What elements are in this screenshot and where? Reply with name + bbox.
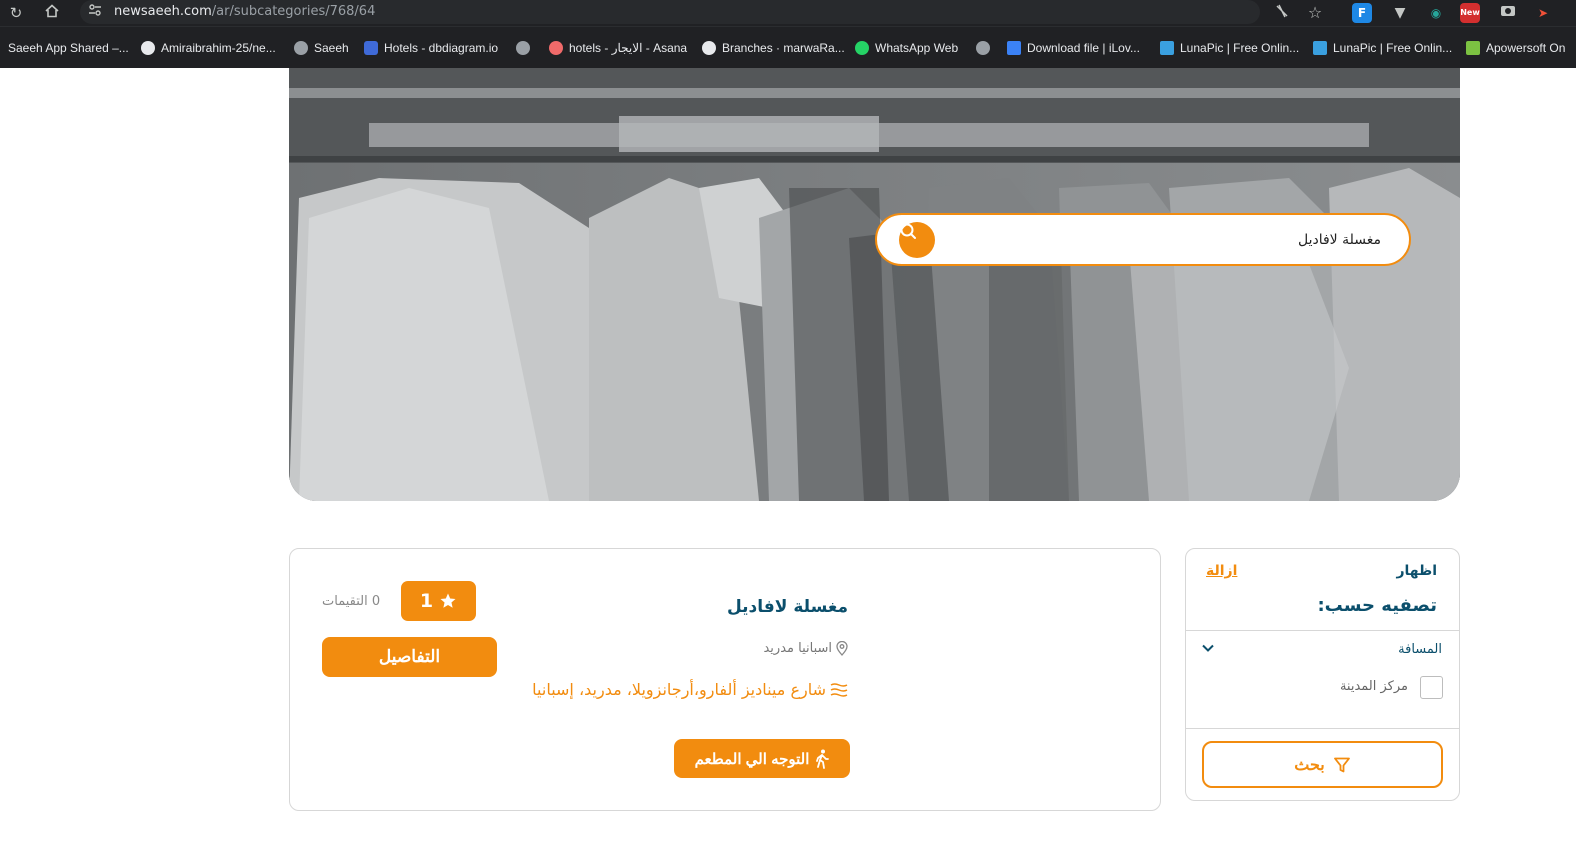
divider	[1186, 728, 1459, 729]
bookmark-label: Hotels - dbdiagram.io	[384, 41, 499, 55]
swift-icon[interactable]: ➤	[1533, 3, 1553, 23]
bookmark-apowersoft[interactable]: Apowersoft On	[1466, 39, 1565, 57]
search-input[interactable]	[941, 227, 1381, 253]
bookmark-label: LunaPic | Free Onlin...	[1180, 41, 1300, 55]
lunapic-icon	[1160, 41, 1174, 55]
apowersoft-icon	[1466, 41, 1480, 55]
hero-search-box	[875, 213, 1411, 266]
dbdiagram-icon	[364, 41, 378, 55]
url-host: newsaeeh.com	[114, 4, 212, 19]
bookmark-asana[interactable]: hotels - الايجار - Asana	[549, 39, 687, 57]
bookmark-globe-2[interactable]	[976, 39, 996, 57]
address-text: شارع ميناديز ألفارو،أرجانزويلا، مدريد، إ…	[532, 680, 826, 699]
globe-icon	[294, 41, 308, 55]
extension-fi-icon[interactable]: F	[1352, 3, 1372, 23]
bookmark-saeeh-shared[interactable]: Saeeh App Shared –...	[8, 39, 129, 57]
place-location: اسبانيا مدريد	[763, 641, 848, 656]
filter-icon	[1333, 757, 1350, 772]
bookmark-label: Branches · marwaRa...	[722, 41, 845, 55]
bookmark-star-icon[interactable]: ☆	[1305, 3, 1325, 23]
bookmark-label: LunaPic | Free Onlin...	[1333, 41, 1453, 55]
walking-icon	[816, 749, 830, 769]
search-icon	[900, 223, 916, 239]
bookmark-label: Apowersoft On	[1486, 41, 1566, 55]
url-path: /ar/subcategories/768/64	[211, 4, 376, 19]
bookmark-ilove[interactable]: Download file | iLov...	[1007, 39, 1140, 57]
screenshot-icon[interactable]	[1498, 3, 1518, 23]
bookmark-globe[interactable]	[516, 39, 536, 57]
details-button[interactable]: التفاصيل	[322, 637, 497, 677]
directions-button[interactable]: التوجه الي المطعم	[674, 739, 850, 778]
github-icon	[702, 41, 716, 55]
divider	[1186, 630, 1459, 631]
star-icon	[440, 593, 456, 608]
lunapic-icon	[1313, 41, 1327, 55]
bookmark-label: Download file | iLov...	[1027, 41, 1140, 55]
laundry-hero-image	[289, 68, 1460, 501]
home-icon[interactable]	[42, 3, 62, 23]
rating-badge: 1	[401, 581, 476, 621]
extension-new-icon[interactable]: New	[1460, 3, 1480, 23]
bookmark-whatsapp[interactable]: WhatsApp Web	[855, 39, 958, 57]
show-link[interactable]: اظهار	[1396, 563, 1437, 579]
extension-v-icon[interactable]: ▼	[1390, 3, 1410, 23]
whatsapp-icon	[855, 41, 869, 55]
heart-icon	[1007, 41, 1021, 55]
directions-label: التوجه الي المطعم	[694, 750, 810, 768]
asana-icon	[549, 41, 563, 55]
reload-icon[interactable]: ↻	[6, 3, 26, 23]
clear-filters-link[interactable]: ازالة	[1206, 563, 1237, 579]
tracking-off-icon[interactable]	[1272, 3, 1292, 23]
details-label: التفاصيل	[378, 647, 441, 666]
bookmark-lunapic-1[interactable]: LunaPic | Free Onlin...	[1160, 39, 1299, 57]
bookmark-label: Saeeh	[314, 41, 349, 55]
site-settings-icon[interactable]	[86, 3, 104, 21]
bookmark-label: hotels - الايجار - Asana	[569, 41, 688, 55]
place-address: شارع ميناديز ألفارو،أرجانزويلا، مدريد، إ…	[532, 680, 848, 699]
filter-title: تصفيه حسب:	[1317, 595, 1437, 616]
search-button[interactable]	[899, 222, 935, 258]
bookmark-saeeh[interactable]: Saeeh	[294, 39, 349, 57]
filter-panel: اظهار ازالة تصفيه حسب: المسافة مركز المد…	[1185, 548, 1460, 801]
address-bar[interactable]: newsaeeh.com/ar/subcategories/768/64	[80, 0, 1260, 24]
city-center-checkbox[interactable]	[1420, 676, 1443, 699]
distance-label[interactable]: المسافة	[1398, 642, 1442, 657]
bookmark-label: Amiraibrahim-25/ne...	[161, 41, 276, 55]
bookmark-lunapic-2[interactable]: LunaPic | Free Onlin...	[1313, 39, 1452, 57]
extension-camera-icon[interactable]: ◉	[1426, 3, 1446, 23]
reviews-count: 0 التقيمات	[322, 594, 381, 609]
bookmark-github-branches[interactable]: Branches · marwaRa...	[702, 39, 845, 57]
bookmarks-bar: Saeeh App Shared –... Amiraibrahim-25/ne…	[0, 26, 1576, 68]
filter-search-button[interactable]: بحث	[1202, 741, 1443, 788]
github-icon	[141, 41, 155, 55]
globe-icon	[976, 41, 990, 55]
location-pin-icon	[836, 641, 848, 656]
browser-toolbar: ↻ newsaeeh.com/ar/subcategories/768/64 ☆…	[0, 0, 1576, 26]
rating-value: 1	[419, 590, 434, 612]
bookmark-dbdiagram[interactable]: Hotels - dbdiagram.io	[364, 39, 498, 57]
place-name[interactable]: مغسلة لافاديل	[727, 597, 848, 617]
chevron-down-icon[interactable]	[1200, 640, 1216, 656]
globe-icon	[516, 41, 530, 55]
city-center-label: مركز المدينة	[1339, 679, 1408, 694]
url-text[interactable]: newsaeeh.com/ar/subcategories/768/64	[114, 3, 375, 21]
result-card: مغسلة لافاديل اسبانيا مدريد شارع ميناديز…	[289, 548, 1161, 811]
filter-search-label: بحث	[1294, 756, 1325, 774]
location-text: اسبانيا مدريد	[763, 641, 832, 656]
bookmark-label: WhatsApp Web	[875, 41, 959, 55]
hero-banner	[289, 68, 1460, 501]
bookmark-label: Saeeh App Shared –...	[8, 41, 129, 55]
road-icon	[830, 682, 848, 697]
bookmark-github-amira[interactable]: Amiraibrahim-25/ne...	[141, 39, 276, 57]
